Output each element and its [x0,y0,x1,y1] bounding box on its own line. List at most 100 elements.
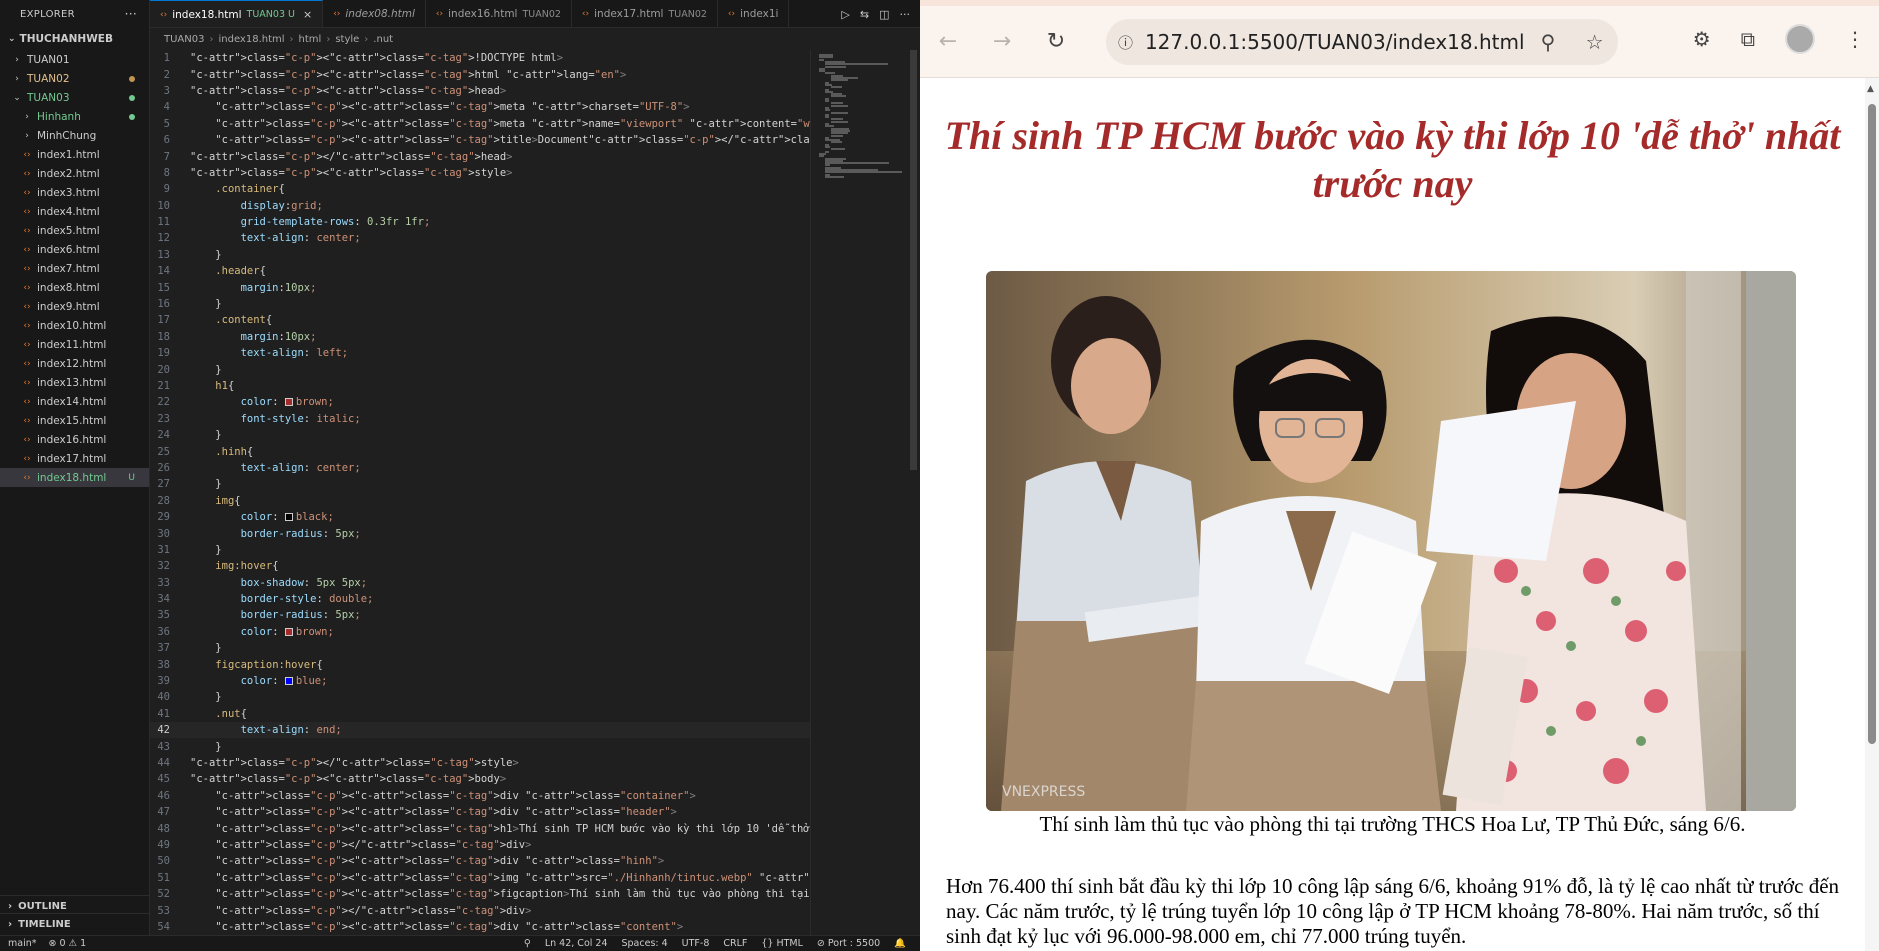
url-text[interactable]: 127.0.0.1:5500/TUAN03/index18.html [1145,30,1525,54]
code-line[interactable]: 32 img:hover{ [150,558,810,574]
folder-item[interactable]: › TUAN02 [0,69,149,88]
code-line[interactable]: 13 } [150,247,810,263]
code-line[interactable]: 15 margin:10px; [150,279,810,295]
compare-icon[interactable]: ⇆ [860,8,869,21]
cursor-position[interactable]: Ln 42, Col 24 [545,938,608,949]
code-line[interactable]: 43 } [150,738,810,754]
code-line[interactable]: 51 "c-attr">class="c-p"><"c-attr">class=… [150,870,810,886]
code-line[interactable]: 22 color: brown; [150,394,810,410]
breadcrumb-item[interactable]: TUAN03 [164,34,204,45]
code-line[interactable]: 6 "c-attr">class="c-p"><"c-attr">class="… [150,132,810,148]
file-item[interactable]: ‹› index12.html [0,354,149,373]
indentation-status[interactable]: Spaces: 4 [622,938,668,949]
code-line[interactable]: 26 text-align: center; [150,460,810,476]
zoom-icon[interactable]: ⚲ [1525,30,1572,54]
code-line[interactable]: 44 "c-attr">class="c-p"></"c-attr">class=… [150,755,810,771]
close-icon[interactable]: × [303,8,312,21]
code-line[interactable]: 18 margin:10px; [150,329,810,345]
file-item[interactable]: ‹› index9.html [0,297,149,316]
file-item[interactable]: ‹› index8.html [0,278,149,297]
file-item[interactable]: ‹› index17.html [0,449,149,468]
code-line[interactable]: 5 "c-attr">class="c-p"><"c-attr">class="… [150,116,810,132]
code-line[interactable]: 38 figcaption:hover{ [150,656,810,672]
code-line[interactable]: 42 text-align: end; [150,722,810,739]
code-line[interactable]: 50 "c-attr">class="c-p"><"c-attr">class=… [150,853,810,869]
breadcrumb-item[interactable]: html [299,34,322,45]
eol-status[interactable]: CRLF [723,938,747,949]
code-line[interactable]: 9 .container{ [150,181,810,197]
file-item[interactable]: ‹› index1.html [0,145,149,164]
site-info-icon[interactable]: ⓘ [1106,32,1145,53]
scroll-up-icon[interactable]: ▲ [1867,84,1874,94]
address-bar[interactable]: ⓘ 127.0.0.1:5500/TUAN03/index18.html ⚲ ☆ [1106,19,1618,65]
editor-tab[interactable]: ‹› index08.html [323,0,426,27]
code-line[interactable]: 19 text-align: left; [150,345,810,361]
bookmark-star-icon[interactable]: ☆ [1571,30,1618,54]
run-icon[interactable]: ▷ [841,8,849,21]
code-line[interactable]: 17 .content{ [150,312,810,328]
file-item[interactable]: ‹› index4.html [0,202,149,221]
code-line[interactable]: 14 .header{ [150,263,810,279]
file-item[interactable]: ‹› index18.html U [0,468,149,487]
scrollbar-thumb[interactable] [910,50,917,470]
profile-avatar[interactable] [1785,24,1815,54]
code-line[interactable]: 29 color: black; [150,509,810,525]
code-line[interactable]: 52 "c-attr">class="c-p"><"c-attr">class=… [150,886,810,902]
code-line[interactable]: 37 } [150,640,810,656]
code-line[interactable]: 53 "c-attr">class="c-p"></"c-attr">class… [150,902,810,918]
code-line[interactable]: 33 box-shadow: 5px 5px; [150,575,810,591]
code-line[interactable]: 27 } [150,476,810,492]
file-item[interactable]: ‹› index10.html [0,316,149,335]
zoom-icon[interactable]: ⚲ [524,938,531,949]
code-line[interactable]: 4 "c-attr">class="c-p"><"c-attr">class="… [150,99,810,115]
code-line[interactable]: 7 "c-attr">class="c-p"></"c-attr">class="… [150,148,810,164]
code-line[interactable]: 40 } [150,689,810,705]
code-line[interactable]: 28 img{ [150,493,810,509]
file-item[interactable]: ‹› index15.html [0,411,149,430]
page-scrollbar-thumb[interactable] [1868,104,1876,744]
editor-tab[interactable]: ‹› index1i [718,0,790,27]
file-item[interactable]: ‹› index14.html [0,392,149,411]
code-line[interactable]: 3 "c-attr">class="c-p"><"c-attr">class="c… [150,83,810,99]
code-line[interactable]: 41 .nut{ [150,706,810,722]
breadcrumb-item[interactable]: style [335,34,359,45]
code-line[interactable]: 1 "c-attr">class="c-p"><"c-attr">class="c… [150,50,810,66]
folder-item[interactable]: ⌄ TUAN03 [0,88,149,107]
code-line[interactable]: 11 grid-template-rows: 0.3fr 1fr; [150,214,810,230]
file-item[interactable]: ‹› index2.html [0,164,149,183]
notifications-icon[interactable]: 🔔 [894,938,906,949]
timeline-section[interactable]: › TIMELINE [0,913,150,935]
code-line[interactable]: 8 "c-attr">class="c-p"><"c-attr">class="c… [150,165,810,181]
more-actions-icon[interactable]: ··· [900,8,911,21]
code-line[interactable]: 36 color: brown; [150,624,810,640]
extensions-puzzle-icon[interactable]: ⧉ [1741,27,1755,51]
file-item[interactable]: ‹› index6.html [0,240,149,259]
code-line[interactable]: 12 text-align: center; [150,230,810,246]
file-item[interactable]: ‹› index16.html [0,430,149,449]
forward-icon[interactable]: → [982,22,1022,62]
problems-status[interactable]: ⊗ 0 ⚠ 1 [49,938,87,949]
news-photo[interactable]: VNEXPRESS [986,271,1796,811]
folder-item[interactable]: › Hinhanh [0,107,149,126]
minimap[interactable] [810,50,906,935]
file-item[interactable]: ‹› index11.html [0,335,149,354]
breadcrumb-item[interactable]: index18.html [218,34,284,45]
file-item[interactable]: ‹› index7.html [0,259,149,278]
code-line[interactable]: 10 display:grid; [150,198,810,214]
language-mode[interactable]: {} HTML [761,938,803,949]
code-line[interactable]: 30 border-radius: 5px; [150,525,810,541]
editor-tab[interactable]: ‹› index17.html TUAN02 [572,0,718,27]
code-line[interactable]: 31 } [150,542,810,558]
code-line[interactable]: 47 "c-attr">class="c-p"><"c-attr">class=… [150,804,810,820]
code-line[interactable]: 35 border-radius: 5px; [150,607,810,623]
reload-icon[interactable]: ↻ [1036,22,1076,62]
code-line[interactable]: 45 "c-attr">class="c-p"><"c-attr">class="… [150,771,810,787]
file-item[interactable]: ‹› index13.html [0,373,149,392]
split-editor-icon[interactable]: ◫ [879,8,889,21]
breadcrumb-item[interactable]: .nut [373,34,393,45]
file-item[interactable]: ‹› index3.html [0,183,149,202]
code-line[interactable]: 20 } [150,361,810,377]
editor-tab[interactable]: ‹› index16.html TUAN02 [426,0,572,27]
code-line[interactable]: 2 "c-attr">class="c-p"><"c-attr">class="c… [150,66,810,82]
encoding-status[interactable]: UTF-8 [682,938,710,949]
